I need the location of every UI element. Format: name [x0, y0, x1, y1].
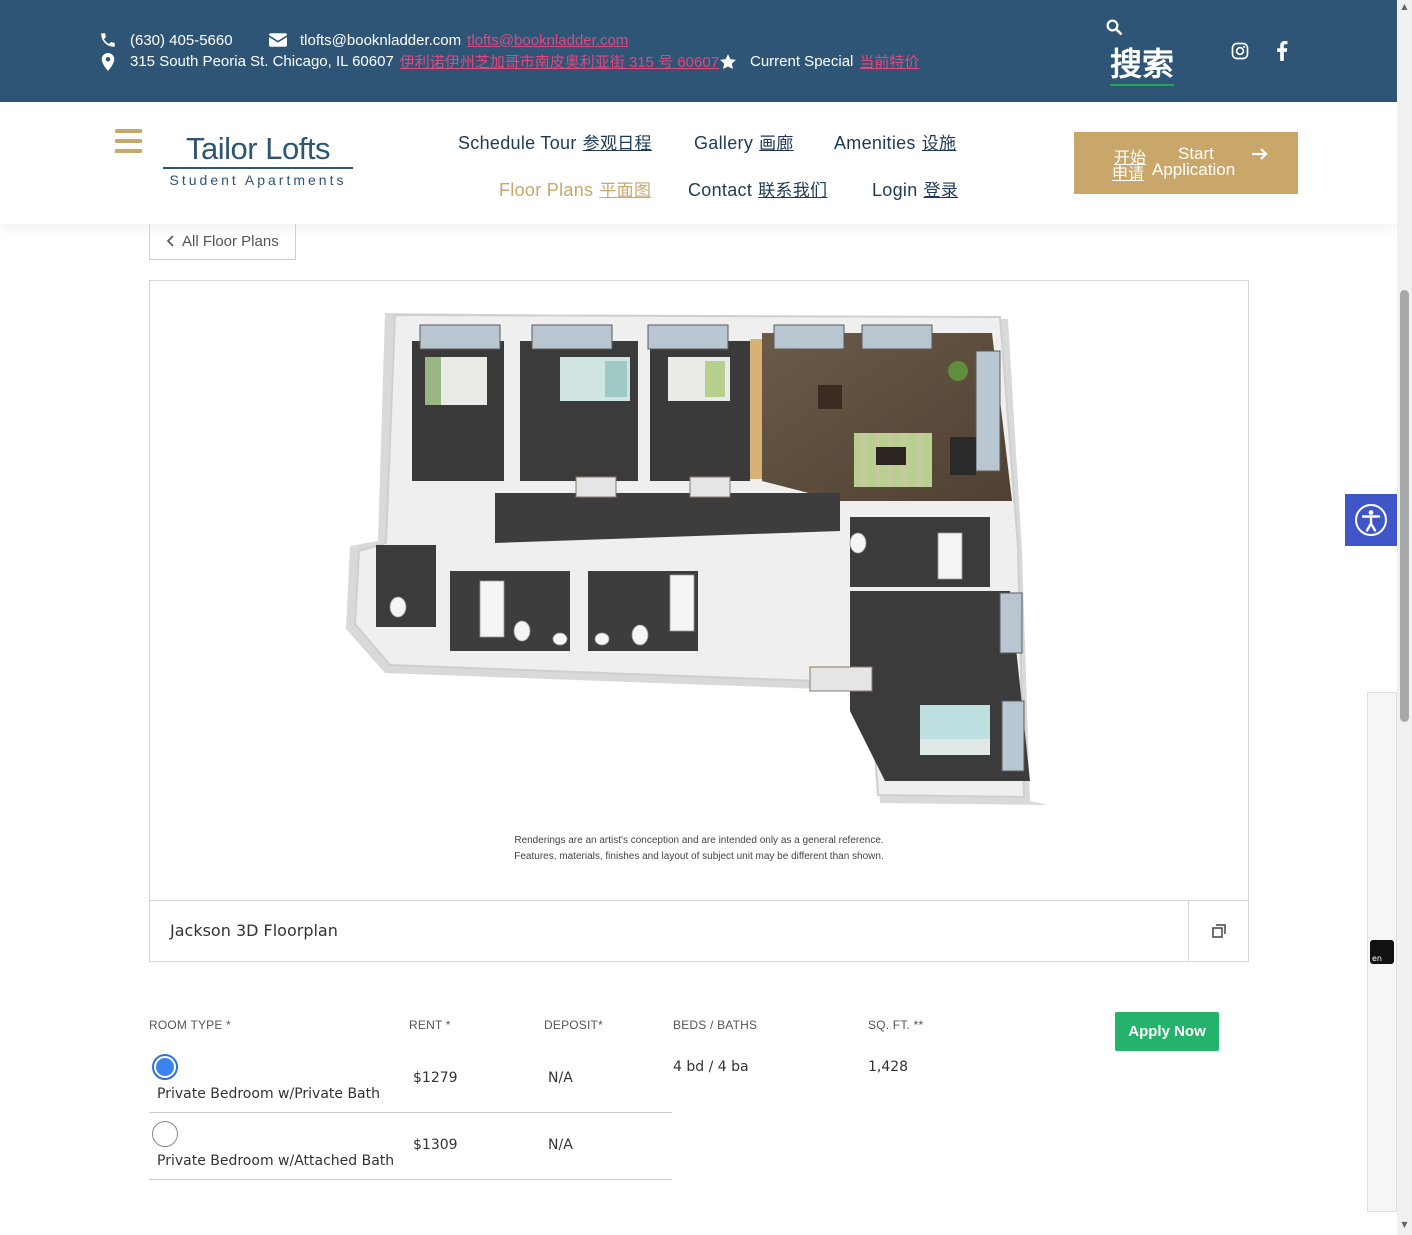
phone-row[interactable]: (630) 405-5660 — [98, 30, 233, 50]
logo-divider — [163, 167, 353, 169]
current-special-translated[interactable]: 当前特价 — [859, 51, 919, 72]
cta-label-2: Application — [1152, 160, 1236, 179]
nav-label-translated: 登录 — [923, 181, 959, 201]
chevron-left-icon — [166, 234, 174, 250]
nav-label: Schedule Tour — [458, 133, 577, 153]
deposit-value: N/A — [548, 1070, 573, 1086]
row-divider — [149, 1179, 672, 1180]
address-text[interactable]: 315 South Peoria St. Chicago, IL 60607 — [130, 53, 394, 70]
search-label[interactable]: 搜索 — [1110, 44, 1175, 86]
logo-name: Tailor Lofts — [186, 131, 330, 166]
nav-label: Contact — [688, 180, 753, 200]
start-application-button[interactable]: 开始 申请 Start Application — [1074, 132, 1298, 194]
header-beds-baths: BEDS / BATHS — [673, 1018, 758, 1032]
disclaimer-line-1: Renderings are an artist's conception an… — [514, 835, 884, 846]
header-sqft: SQ. FT. ** — [868, 1018, 924, 1032]
room-type-radio-private-bath[interactable] — [152, 1054, 178, 1080]
scroll-down-arrow-icon[interactable]: ▼ — [1399, 1220, 1410, 1230]
beds-baths-value: 4 bd / 4 ba — [673, 1059, 749, 1075]
phone-icon — [98, 30, 118, 50]
current-special-row[interactable]: Current Special 当前特价 — [718, 51, 919, 72]
search-icon[interactable] — [1101, 14, 1127, 40]
room-type-label: Private Bedroom w/Private Bath — [157, 1086, 381, 1102]
translate-icon[interactable]: en — [1370, 940, 1394, 964]
floorplan-caption: Jackson 3D Floorplan — [170, 921, 338, 940]
floorplan-caption-row: Jackson 3D Floorplan — [150, 901, 1248, 961]
nav-floor-plans[interactable]: Floor Plans 平面图 — [499, 176, 651, 201]
expand-icon[interactable] — [1188, 901, 1248, 961]
main-navbar: Tailor Lofts Student Apartments Schedule… — [0, 102, 1397, 224]
disclaimer-line-2: Features, materials, finishes and layout… — [514, 851, 884, 862]
current-special-link[interactable]: Current Special — [750, 53, 853, 70]
scroll-up-arrow-icon[interactable]: ▲ — [1399, 2, 1410, 12]
arrow-right-icon — [1252, 144, 1268, 165]
nav-login[interactable]: Login 登录 — [872, 176, 958, 201]
instagram-icon[interactable] — [1229, 40, 1251, 62]
floorplan-card: Renderings are an artist's conception an… — [149, 280, 1249, 962]
nav-contact[interactable]: Contact 联系我们 — [688, 176, 827, 201]
address-translated[interactable]: 伊利诺伊州芝加哥市南皮奥利亚街 315 号 60607 — [400, 51, 719, 72]
top-contact-bar: (630) 405-5660 tlofts@booknladder.com tl… — [0, 0, 1397, 102]
nav-label: Amenities — [834, 133, 916, 153]
nav-label-translated: 画廊 — [759, 134, 794, 154]
accessibility-icon[interactable] — [1345, 494, 1397, 546]
nav-label-translated: 平面图 — [599, 181, 652, 201]
nav-label: Floor Plans — [499, 180, 594, 200]
hamburger-menu-icon[interactable] — [115, 129, 142, 153]
nav-label-translated: 联系我们 — [758, 181, 828, 201]
header-rent: RENT * — [409, 1018, 451, 1032]
address-row[interactable]: 315 South Peoria St. Chicago, IL 60607 伊… — [98, 51, 719, 72]
header-room-type: ROOM TYPE * — [149, 1018, 231, 1032]
rent-value: $1309 — [413, 1137, 458, 1153]
scrollbar-thumb[interactable] — [1400, 290, 1409, 722]
nav-gallery[interactable]: Gallery 画廊 — [694, 129, 794, 154]
nav-amenities[interactable]: Amenities 设施 — [834, 129, 956, 154]
rent-value: $1279 — [413, 1070, 458, 1086]
nav-label-translated: 参观日程 — [582, 134, 652, 154]
floorplan-rendering — [346, 313, 1048, 805]
email-row[interactable]: tlofts@booknladder.com tlofts@booknladde… — [268, 30, 628, 50]
nav-schedule-tour[interactable]: Schedule Tour 参观日程 — [458, 129, 652, 154]
nav-label-translated: 设施 — [921, 134, 957, 154]
phone-number[interactable]: (630) 405-5660 — [130, 32, 233, 49]
sqft-value: 1,428 — [868, 1059, 909, 1075]
nav-label: Gallery — [694, 133, 754, 153]
site-logo[interactable]: Tailor Lofts Student Apartments — [163, 132, 353, 188]
apply-now-button[interactable]: Apply Now — [1115, 1012, 1219, 1051]
room-type-label: Private Bedroom w/Attached Bath — [157, 1153, 395, 1169]
email-address[interactable]: tlofts@booknladder.com — [300, 32, 461, 49]
translate-label: en — [1372, 954, 1382, 963]
map-pin-icon — [98, 52, 118, 72]
header-deposit: DEPOSIT* — [544, 1018, 603, 1032]
row-divider — [149, 1112, 672, 1113]
email-translated[interactable]: tlofts@booknladder.com — [467, 32, 628, 49]
cta-translated-2: 申请 — [1112, 164, 1145, 183]
room-type-radio-attached-bath[interactable] — [152, 1121, 178, 1147]
all-floor-plans-button[interactable]: All Floor Plans — [149, 224, 296, 260]
nav-label: Login — [872, 180, 918, 200]
facebook-icon[interactable] — [1271, 40, 1293, 62]
envelope-icon — [268, 30, 288, 50]
logo-tagline: Student Apartments — [169, 172, 347, 188]
star-icon — [718, 52, 738, 72]
deposit-value: N/A — [548, 1137, 573, 1153]
back-label: All Floor Plans — [182, 233, 279, 250]
floorplan-image[interactable]: Renderings are an artist's conception an… — [150, 281, 1248, 901]
